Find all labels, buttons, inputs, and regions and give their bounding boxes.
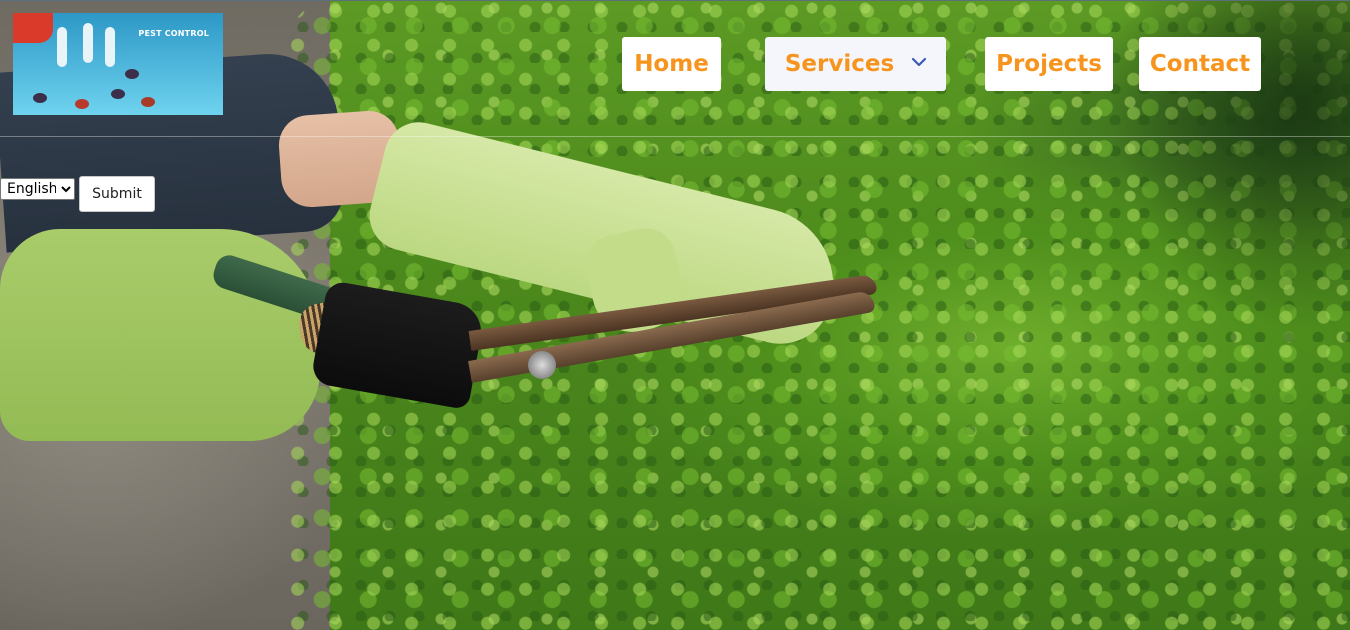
nav-home-label: Home [634,51,709,77]
nav-home[interactable]: Home [622,37,721,91]
nav-contact-label: Contact [1149,51,1251,77]
logo-text: PEST CONTROL [138,29,209,38]
truck-icon [13,13,53,43]
site-logo[interactable]: PEST CONTROL [13,13,223,115]
hero-shears-bolt [528,351,556,379]
nav-services-label: Services [784,51,895,77]
submit-button[interactable]: Submit [79,176,155,212]
page: PEST CONTROL Home Services Projects Cont… [0,0,1350,630]
bug-icon [33,93,47,103]
chevron-down-icon [912,57,927,67]
nav-projects[interactable]: Projects [985,37,1113,91]
exterminator-icon [57,27,67,67]
nav-projects-label: Projects [996,51,1102,77]
bug-icon [125,69,139,79]
bug-icon [111,89,125,99]
exterminator-icon [83,23,93,63]
bug-icon [141,97,155,107]
bug-icon [75,99,89,109]
language-select[interactable]: English [0,178,75,200]
header-divider [0,136,1350,137]
exterminator-icon [105,27,115,67]
nav-services[interactable]: Services [765,37,946,91]
hero-glove-bottom [0,229,320,441]
nav-contact[interactable]: Contact [1139,37,1261,91]
